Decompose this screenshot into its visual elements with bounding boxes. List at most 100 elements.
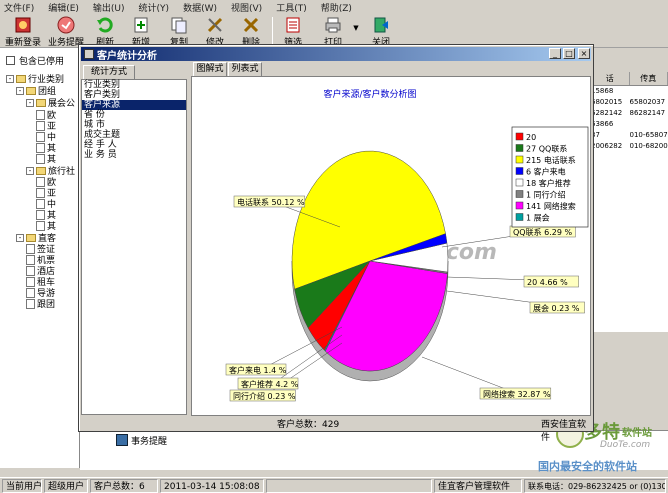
- menu-item-0[interactable]: 文件(F): [4, 1, 34, 14]
- legend-swatch: [515, 190, 524, 198]
- stat-method-item[interactable]: 业 务 员: [82, 150, 186, 160]
- minimize-button[interactable]: _: [549, 48, 561, 59]
- table-cell: 65802037: [629, 98, 666, 106]
- delete-button[interactable]: 删除: [236, 14, 266, 48]
- menu-item-5[interactable]: 视图(V): [231, 1, 262, 14]
- collapse-toggle[interactable]: -: [16, 233, 24, 242]
- customer-table: 话 传真 15868 6802015 65802037 6282142 86282147…: [590, 72, 668, 332]
- table-row[interactable]: 6802015 65802037: [591, 97, 668, 108]
- table-row[interactable]: 15868: [591, 86, 668, 97]
- data-label: 客户来电 1.4 %: [229, 365, 287, 375]
- stat-method-item[interactable]: 行业类别: [82, 80, 186, 90]
- document-icon: [36, 198, 45, 209]
- pie-chart: 客户来源/客户数分析图www.Duote.com电话联系 50.12 %QQ联系…: [225, 88, 589, 402]
- table-cell: [630, 119, 668, 130]
- status-bar: 当前用户 超级用户 客户总数：6 2011-03-14 15:08:08 佳宜客…: [0, 477, 668, 493]
- collapse-toggle[interactable]: -: [26, 98, 34, 107]
- legend-swatch: [515, 132, 524, 141]
- table-cell: 010-68200: [629, 142, 668, 150]
- table-row[interactable]: 2006282 010-68200: [591, 141, 668, 152]
- legend-label: 18 客户推荐: [526, 178, 571, 188]
- document-icon: [26, 276, 35, 287]
- collapse-toggle[interactable]: -: [26, 166, 34, 175]
- legend-swatch: [515, 167, 524, 175]
- table-cell: 37: [591, 131, 600, 139]
- customer-stats-dialog: 客户统计分析 _ □ × 统计方式 行业类别 客户类别 客户来源省 份城 市成交主题…: [78, 44, 594, 443]
- add-button[interactable]: 新增: [126, 14, 156, 48]
- table-row[interactable]: 37 010-65807: [591, 130, 668, 141]
- data-label: 电话联系 50.12 %: [237, 197, 305, 207]
- status-user: 超级用户: [44, 479, 88, 493]
- collapse-toggle[interactable]: -: [6, 74, 14, 83]
- menu-item-7[interactable]: 帮助(Z): [321, 1, 352, 14]
- column-header-phone[interactable]: 话: [591, 72, 630, 85]
- menu-item-4[interactable]: 数据(W): [183, 1, 217, 14]
- menu-bar: 文件(F) 编辑(E) 输出(U) 统计(Y) 数据(W) 视图(V) 工具(T) 帮助(Z): [0, 0, 668, 14]
- document-icon: [26, 298, 35, 309]
- table-cell: 6282142: [591, 109, 623, 117]
- collapse-toggle[interactable]: -: [16, 86, 24, 95]
- document-icon: [36, 220, 45, 231]
- tree-item[interactable]: 跟团: [26, 297, 55, 310]
- close-dialog-button[interactable]: ×: [578, 48, 590, 59]
- stat-method-item[interactable]: 省 份: [82, 110, 186, 120]
- legend-label: 141 网络搜索: [526, 201, 576, 211]
- legend-swatch: [515, 201, 524, 210]
- status-spacer: [266, 479, 432, 493]
- close-button[interactable]: 关闭: [366, 14, 396, 48]
- table-header: 话 传真: [591, 72, 668, 86]
- query-button[interactable]: 筛选: [278, 14, 308, 48]
- document-icon: [36, 131, 45, 142]
- footer-company: 西安佳宜软件: [541, 420, 587, 443]
- legend-label: 1 同行介绍: [526, 190, 566, 200]
- tree-item-label: 跟团: [37, 300, 56, 310]
- document-icon: [26, 254, 35, 265]
- maximize-button[interactable]: □: [563, 48, 575, 59]
- stat-method-item[interactable]: 客户来源: [82, 100, 186, 110]
- refresh-button[interactable]: 刷新: [90, 14, 120, 48]
- document-icon: [26, 265, 35, 276]
- document-icon: [36, 209, 45, 220]
- reminder-icon: [56, 15, 76, 34]
- stat-method-item[interactable]: 经 手 人: [82, 140, 186, 150]
- tab-chart[interactable]: 图解式: [193, 62, 227, 76]
- pie-chart-panel: 客户来源/客户数分析图www.Duote.com电话联系 50.12 %QQ联系…: [191, 76, 591, 416]
- print-dropdown[interactable]: ▼: [352, 14, 360, 48]
- column-header-fax[interactable]: 传真: [630, 72, 668, 85]
- table-cell: 63866: [591, 120, 614, 128]
- table-row[interactable]: 63866: [591, 119, 668, 130]
- business-reminder-button[interactable]: 业务提醒: [46, 14, 86, 48]
- menu-item-6[interactable]: 工具(T): [276, 1, 307, 14]
- dialog-title: 客户统计分析: [97, 50, 157, 62]
- reminder-tab-icon: [116, 434, 128, 446]
- reminder-tab[interactable]: 事务提醒: [116, 432, 167, 448]
- tab-list[interactable]: 列表式: [228, 62, 262, 76]
- stat-method-item[interactable]: 客户类别: [82, 90, 186, 100]
- table-row[interactable]: 6282142 86282147: [591, 108, 668, 119]
- footer-customer-count: 客户总数：429: [277, 420, 340, 430]
- stat-method-tab[interactable]: 统计方式: [83, 65, 135, 79]
- stat-method-list: 行业类别 客户类别 客户来源省 份城 市成交主题经 手 人业 务 员: [81, 79, 187, 415]
- chart-legend: [511, 126, 589, 228]
- stat-method-item[interactable]: 城 市: [82, 120, 186, 130]
- dialog-titlebar[interactable]: 客户统计分析: [81, 47, 591, 62]
- copy-button[interactable]: 复制: [164, 14, 194, 48]
- checkbox-box[interactable]: [6, 56, 15, 65]
- table-cell: 2006282: [591, 142, 623, 150]
- table-cell: 15868: [591, 87, 614, 95]
- folder-icon: [16, 74, 26, 83]
- print-button[interactable]: 打印: [314, 14, 352, 48]
- status-datetime: 2011-03-14 15:08:08: [160, 479, 264, 493]
- legend-label: 20: [526, 133, 536, 142]
- menu-item-1[interactable]: 编辑(E): [48, 1, 79, 14]
- stat-method-item[interactable]: 成交主题: [82, 130, 186, 140]
- status-contact: 联系电话：029-86232425 or (0)13072908445: [524, 479, 666, 493]
- relogin-button[interactable]: 重新登录: [4, 14, 42, 48]
- include-disabled-checkbox[interactable]: 包含已停用: [6, 54, 64, 67]
- modify-button[interactable]: 修改: [200, 14, 230, 48]
- table-cell: 010-65807: [629, 131, 668, 139]
- menu-item-3[interactable]: 统计(Y): [139, 1, 170, 14]
- menu-item-2[interactable]: 输出(U): [93, 1, 125, 14]
- legend-label: 6 客户来电: [526, 167, 566, 177]
- legend-label: 27 QQ联系: [526, 144, 567, 154]
